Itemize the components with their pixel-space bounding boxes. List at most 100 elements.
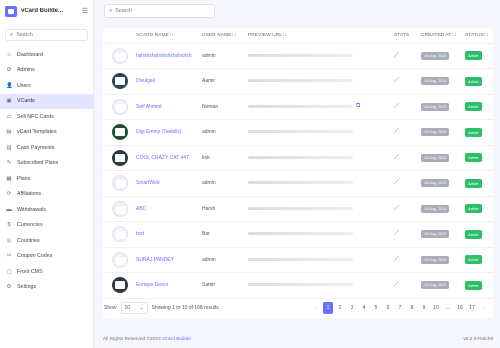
preview-url-link[interactable] — [248, 155, 353, 159]
user-name-cell: Harsh — [202, 196, 248, 222]
preview-url-link[interactable] — [248, 79, 353, 83]
pagination-page[interactable]: 1 — [323, 302, 333, 314]
stats-chart-icon[interactable]: ⟋ — [394, 103, 399, 110]
col-status[interactable]: STATUS↑↓ — [465, 28, 493, 44]
sidebar-item-dashboard[interactable]: ⌂ Dashboard — [0, 47, 93, 63]
sidebar-item-plans[interactable]: ▦ Plans — [0, 171, 93, 187]
pagination-page[interactable]: 10 — [431, 302, 441, 314]
user-name: admin — [202, 180, 216, 187]
pagination-page[interactable]: 17 — [467, 302, 477, 314]
status-badge[interactable]: Active — [465, 229, 482, 239]
user-name-cell: admin — [202, 247, 248, 273]
sidebar-item-currencies[interactable]: $ Currencies — [0, 218, 93, 234]
status-badge[interactable]: Active — [465, 102, 482, 112]
user-name-cell: admin — [202, 119, 248, 146]
pagination-page[interactable]: 5 — [371, 302, 381, 314]
status-badge[interactable]: Active — [465, 204, 482, 214]
avatar-cell — [103, 170, 136, 197]
stats-chart-icon[interactable]: ⟋ — [394, 256, 399, 263]
preview-url-link[interactable] — [248, 257, 353, 261]
preview-url-link[interactable] — [248, 105, 353, 109]
vcard-name-cell: Enrique Greco — [136, 272, 202, 299]
stats-chart-icon[interactable]: ⟋ — [394, 281, 399, 288]
copy-icon[interactable]: ⧉ — [356, 103, 360, 110]
preview-url-link[interactable] — [248, 181, 353, 185]
sidebar-item-front-cms[interactable]: ▢ Front CMS — [0, 264, 93, 280]
pagination-ellipsis[interactable]: ... — [443, 302, 453, 314]
sidebar-item-vcards[interactable]: ▣ VCards — [0, 93, 93, 109]
pagination-page[interactable]: 7 — [395, 302, 405, 314]
hamburger-icon[interactable]: ☰ — [82, 7, 88, 15]
vcard-name-link[interactable]: Seif Ahmed — [136, 104, 162, 110]
vcard-name-link[interactable]: hshshshshshshshshshsh — [136, 53, 192, 59]
status-badge[interactable]: Active — [465, 127, 482, 137]
col-preview-url[interactable]: PREVIEW URL↑↓ — [248, 28, 394, 44]
sidebar-item-sell-nfc-cards[interactable]: ▭ Sell NFC Cards — [0, 109, 93, 125]
sidebar-item-subscribed-plans[interactable]: ✎ Subscribed Plans — [0, 156, 93, 172]
sidebar-nav: ⌂ Dashboard ⚙ Admins 👤 Users ▣ VCards ▭ Sell NFC … — [0, 47, 93, 295]
stats-chart-icon[interactable]: ⟋ — [394, 77, 399, 84]
col-user-name[interactable]: USER NAME↑↓ — [202, 28, 248, 44]
vcard-name-link[interactable]: Divulgali — [136, 78, 155, 84]
status-badge[interactable]: Active — [465, 51, 482, 61]
stats-chart-icon[interactable]: ⟋ — [394, 205, 399, 212]
footer-brand-link[interactable]: vCard Builder — [162, 337, 191, 342]
stats-chart-icon[interactable]: ⟋ — [394, 128, 399, 135]
vcard-name-link[interactable]: Enrique Greco — [136, 282, 168, 288]
vcard-name-link[interactable]: SmartWeb — [136, 180, 160, 186]
stats-chart-icon[interactable]: ⟋ — [394, 179, 399, 186]
sidebar-item-label: Front CMS — [17, 268, 43, 275]
preview-url-link[interactable] — [248, 232, 353, 236]
pagination-page[interactable]: 16 — [455, 302, 465, 314]
sidebar-item-coupon-codes[interactable]: ✂ Coupon Codes — [0, 249, 93, 265]
sidebar-item-settings[interactable]: ⚙ Settings — [0, 280, 93, 296]
sidebar-item-admins[interactable]: ⚙ Admins — [0, 63, 93, 79]
pagination-page[interactable]: 6 — [383, 302, 393, 314]
sidebar-search-input[interactable]: ⌕ Search — [5, 29, 88, 41]
sidebar-item-label: Affiliations — [17, 191, 42, 198]
vcard-name-link[interactable]: Digi Emmy (Teebillz) — [136, 129, 182, 135]
pagination-page[interactable]: 3 — [347, 302, 357, 314]
status-badge[interactable]: Active — [465, 76, 482, 86]
pagination-prev[interactable]: ‹ — [311, 302, 321, 314]
status-badge[interactable]: Active — [465, 280, 482, 290]
col-created-at[interactable]: CREATED AT↑↓ — [421, 28, 465, 44]
preview-url-link[interactable] — [248, 283, 353, 287]
status-badge[interactable]: Active — [465, 153, 482, 163]
vcard-name-link[interactable]: SURAJ PANDEY — [136, 257, 174, 263]
stats-chart-icon[interactable]: ⟋ — [394, 154, 399, 161]
sidebar-item-label: Admins — [17, 67, 35, 74]
stats-chart-icon[interactable]: ⟋ — [394, 52, 399, 59]
sidebar-item-label: Withdrawals — [17, 206, 46, 213]
pagination-page[interactable]: 9 — [419, 302, 429, 314]
status-badge[interactable]: Active — [465, 255, 482, 265]
created-at-cell: 19 Aug, 2023 — [421, 43, 465, 69]
col-vcard-name[interactable]: VCARD NAME↑↓ — [136, 28, 202, 44]
search-input[interactable]: ⌕ Search — [104, 4, 215, 18]
preview-url-link[interactable] — [248, 53, 353, 57]
per-page-select[interactable]: 10 ⌄ — [120, 302, 148, 314]
pagination-page[interactable]: 8 — [407, 302, 417, 314]
status-badge[interactable]: Active — [465, 178, 482, 188]
preview-url-link[interactable] — [248, 206, 353, 210]
vcard-name-link[interactable]: test — [136, 231, 144, 237]
sidebar-item-label: Cash Payments — [17, 144, 55, 151]
chevron-down-icon: ⌄ — [139, 305, 144, 311]
pagination-next[interactable]: › — [479, 302, 489, 314]
preview-url-link[interactable] — [248, 130, 353, 134]
sidebar-item-users[interactable]: 👤 Users — [0, 78, 93, 94]
created-at-cell: 13 Aug, 2023 — [421, 145, 465, 171]
stats-chart-icon[interactable]: ⟋ — [394, 230, 399, 237]
pagination-page[interactable]: 4 — [359, 302, 369, 314]
status-cell: Active — [465, 247, 493, 273]
pagination-page[interactable]: 2 — [335, 302, 345, 314]
vcard-name-link[interactable]: ABC — [136, 206, 146, 212]
stats-cell: ⟋ — [394, 272, 421, 299]
avatar-cell — [103, 94, 136, 120]
sidebar-item-affiliations[interactable]: ⟳ Affiliations — [0, 187, 93, 203]
sidebar-item-countries[interactable]: ◎ Countries — [0, 233, 93, 249]
sidebar-item-cash-payments[interactable]: ▥ Cash Payments — [0, 140, 93, 156]
sidebar-item-vcard-templates[interactable]: ▤ vCard Templates — [0, 125, 93, 141]
sidebar-item-withdrawals[interactable]: ▬ Withdrawals — [0, 202, 93, 218]
vcard-name-link[interactable]: COOL CRAZY CAT #47 — [136, 155, 189, 161]
